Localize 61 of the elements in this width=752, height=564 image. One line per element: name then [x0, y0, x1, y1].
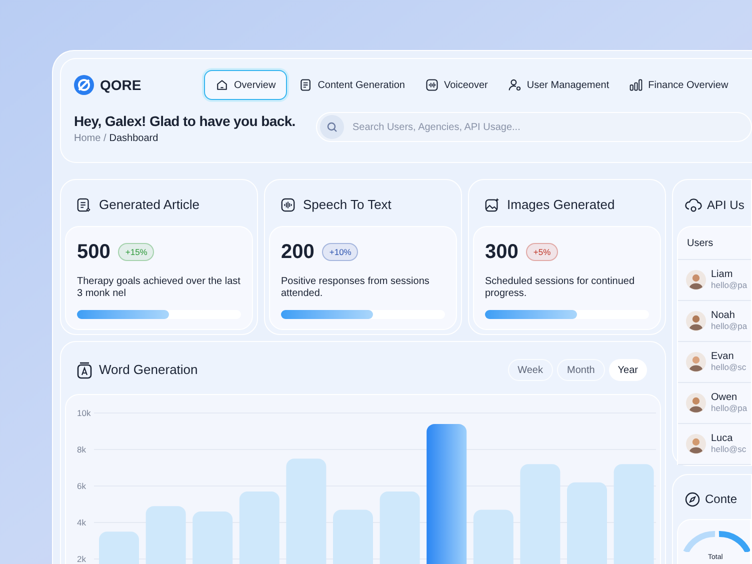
nav-tab[interactable]: Voiceover	[416, 70, 496, 100]
avatar	[686, 393, 706, 413]
nav-tab[interactable]: User Management	[500, 70, 618, 100]
stat-description: Therapy goals achieved over the last 3 monk nel	[77, 276, 241, 301]
y-axis-label: 6k	[77, 481, 86, 491]
card-title: Word Generation	[99, 361, 198, 380]
card-title: Conte	[705, 491, 738, 508]
y-axis-label: 8k	[77, 444, 86, 454]
waveform-icon	[280, 197, 296, 213]
document-icon	[298, 78, 313, 92]
search-field[interactable]: Search Users, Agencies, API Usage...	[316, 112, 752, 142]
y-axis-label: 4k	[77, 518, 86, 528]
compass-icon	[685, 492, 700, 506]
card-title: Generated Article	[99, 196, 200, 214]
donut-chart-drawing	[682, 530, 750, 552]
card-title: Images Generated	[507, 196, 615, 214]
period-tab[interactable]: Year	[608, 359, 647, 381]
avatar	[686, 270, 706, 290]
book-icon	[77, 362, 92, 378]
period-tab[interactable]: Week	[508, 359, 553, 381]
user-email: hello@pa	[711, 403, 748, 414]
user-name: Evan	[711, 351, 735, 362]
user-name: Luca	[711, 433, 734, 444]
change-badge: +15%	[118, 242, 154, 262]
stat-description: Scheduled sessions for continued progress.	[485, 276, 636, 301]
waveform-icon	[424, 78, 439, 92]
avatar	[686, 352, 706, 372]
user-name: Owen	[711, 392, 738, 403]
period-tab[interactable]: Month	[556, 359, 605, 381]
stat-description: Positive responses from sessions attended.	[281, 276, 430, 301]
card-title: API Us	[707, 197, 744, 214]
nav-home-icon	[215, 78, 229, 92]
column-header: Users	[678, 227, 751, 260]
greeting: Hey, Galex! Glad to have you back.	[74, 112, 296, 130]
nav-tab[interactable]: Content Generation	[290, 70, 413, 100]
user-name: Liam	[711, 269, 734, 280]
card-title: Speech To Text	[303, 196, 392, 214]
article-icon	[76, 197, 92, 213]
logo-icon	[74, 75, 94, 95]
brand-name: QORE	[100, 76, 142, 95]
search-input[interactable]: Search Users, Agencies, API Usage...	[352, 120, 732, 134]
bar-chart-icon	[629, 78, 644, 92]
user-email: hello@pa	[711, 280, 748, 291]
search-icon	[320, 115, 344, 139]
user-name: Noah	[711, 310, 736, 321]
avatar	[686, 434, 706, 454]
image-sparkle-icon	[484, 197, 500, 213]
avatar	[686, 311, 706, 331]
change-badge: +5%	[526, 242, 558, 262]
user-email: hello@sc	[711, 444, 746, 455]
nav-tab[interactable]: Finance Overview	[621, 70, 736, 100]
y-axis-label: 2k	[77, 554, 86, 564]
stat-value: 300	[485, 240, 518, 264]
breadcrumb-current: Dashboard	[109, 132, 158, 146]
user-email: hello@sc	[711, 362, 746, 373]
stat-value: 500	[77, 240, 110, 264]
change-badge: +10%	[322, 242, 358, 262]
user-email: hello@pa	[711, 321, 748, 332]
y-axis-label: 10k	[77, 408, 91, 418]
stat-value: 200	[281, 240, 314, 264]
nav-tab[interactable]: Overview	[204, 70, 287, 100]
